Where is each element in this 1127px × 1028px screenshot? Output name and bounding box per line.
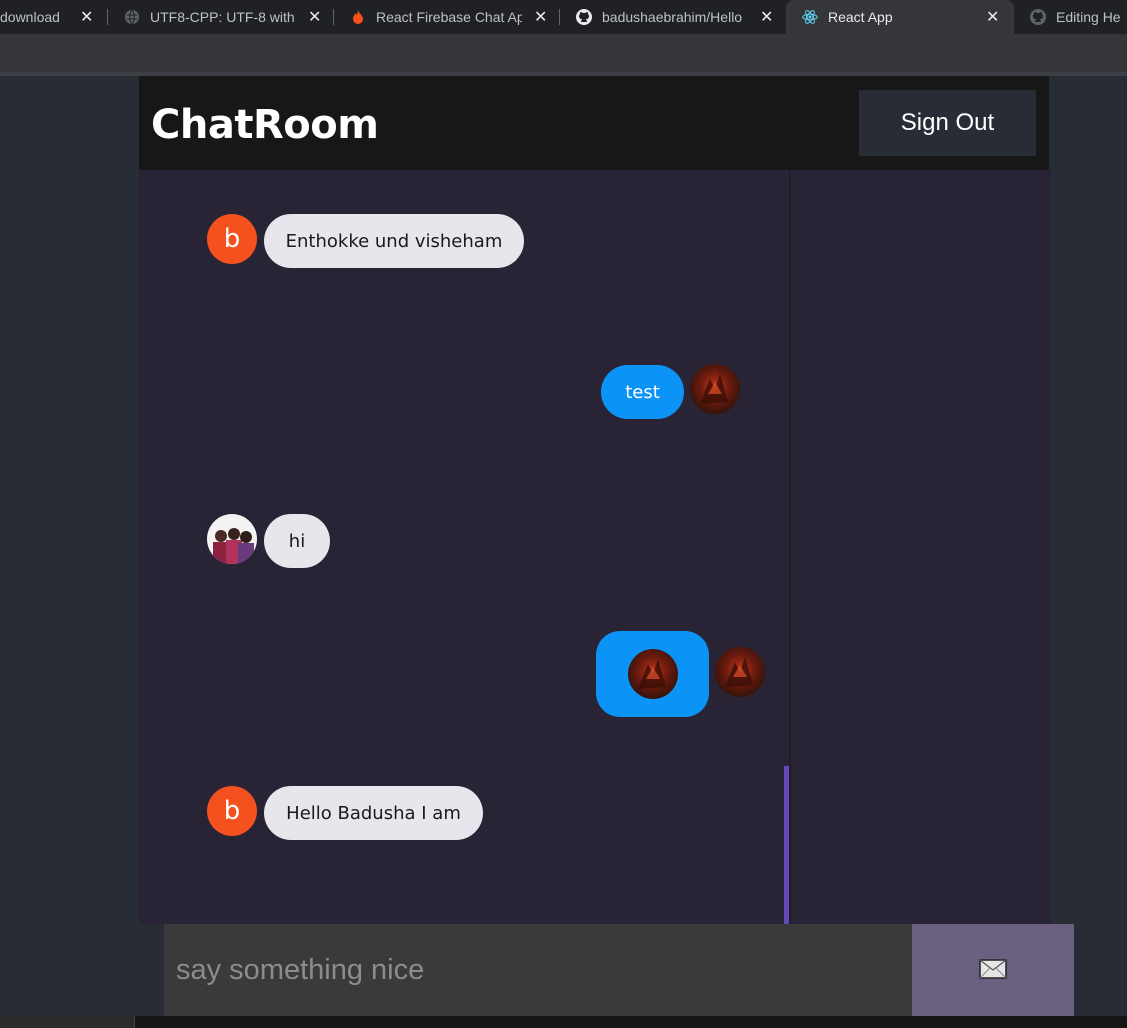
avatar [715, 647, 765, 697]
browser-tab[interactable]: download ✕ [0, 0, 108, 34]
globe-icon [124, 9, 140, 25]
message-bubble-sent [596, 631, 709, 717]
envelope-icon [979, 958, 1007, 982]
browser-tab[interactable]: React Firebase Chat Ap ✕ [334, 0, 560, 34]
side-panel [789, 170, 1051, 924]
tab-title: React Firebase Chat Ap [376, 9, 522, 25]
browser-tab-strip: download ✕ UTF8-CPP: UTF-8 with ✕ React … [0, 0, 1127, 34]
close-icon[interactable]: ✕ [308, 7, 321, 27]
message-form [164, 924, 1074, 1016]
browser-tab[interactable]: Editing He [1014, 0, 1127, 34]
flame-icon [350, 9, 366, 25]
close-icon[interactable]: ✕ [80, 7, 93, 27]
message-input[interactable] [164, 924, 912, 1016]
tab-title: download [0, 9, 60, 25]
close-icon[interactable]: ✕ [760, 7, 773, 27]
browser-toolbar [0, 34, 1127, 72]
send-button[interactable] [912, 924, 1074, 1016]
taskbar-segment [0, 1016, 135, 1028]
message-bubble-received: Enthokke und visheham [264, 214, 524, 268]
tab-title: badushaebrahim/Hello [602, 9, 743, 25]
browser-tab[interactable]: badushaebrahim/Hello ✕ [560, 0, 786, 34]
browser-tab-active[interactable]: React App ✕ [786, 0, 1014, 34]
os-taskbar [0, 1016, 1127, 1028]
message-bubble-received: hi [264, 514, 330, 568]
close-icon[interactable]: ✕ [534, 7, 547, 27]
app-header: ChatRoom Sign Out [139, 76, 1049, 170]
tab-title: Editing He [1056, 9, 1121, 25]
github-icon [576, 9, 592, 25]
app-title: ChatRoom [151, 102, 379, 148]
github-icon [1030, 9, 1046, 25]
tab-title: UTF8-CPP: UTF-8 with [150, 9, 295, 25]
message-list: b Enthokke und visheham test hi b Hello … [139, 170, 789, 990]
avatar [690, 364, 740, 414]
shared-image [627, 649, 678, 699]
avatar: b [207, 786, 257, 836]
avatar: b [207, 214, 257, 264]
sign-out-button[interactable]: Sign Out [859, 90, 1036, 156]
react-icon [802, 9, 818, 25]
message-bubble-sent: test [601, 365, 684, 419]
message-bubble-received: Hello Badusha I am [264, 786, 483, 840]
chat-app: ChatRoom Sign Out b Enthokke und visheha… [139, 76, 1051, 1028]
tab-title: React App [828, 9, 893, 25]
close-icon[interactable]: ✕ [986, 7, 999, 27]
browser-tab[interactable]: UTF8-CPP: UTF-8 with ✕ [108, 0, 334, 34]
avatar [207, 514, 257, 564]
